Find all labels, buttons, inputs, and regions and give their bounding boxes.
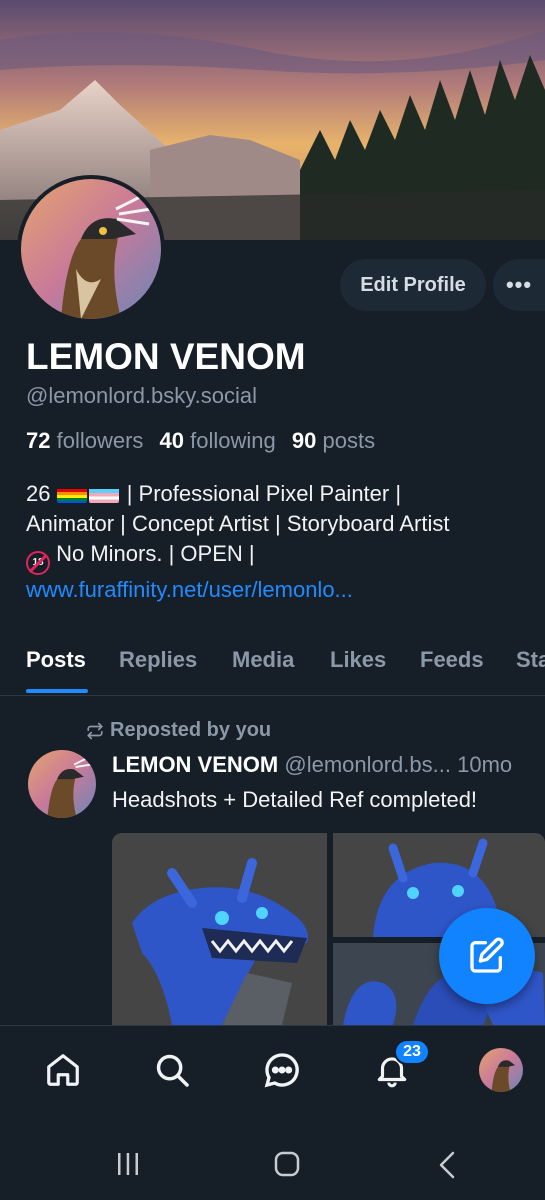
ellipsis-icon: ••• [505,272,533,297]
following-stat[interactable]: 40 following [160,428,276,453]
edit-profile-button[interactable]: Edit Profile [340,259,486,311]
bio-link[interactable]: www.furaffinity.net/user/lemonlo... [26,575,450,605]
compose-post-button[interactable] [439,908,535,1004]
followers-stat[interactable]: 72 followers [26,428,143,453]
nav-chat[interactable] [260,1048,304,1092]
display-name: LEMON VENOM [26,336,306,377]
post-text: Headshots + Detailed Ref completed! [112,787,478,812]
profile-tabs: Posts Replies Media Likes Feeds Sta [0,638,545,696]
notifications-badge: 23 [394,1039,430,1065]
no-minors-icon: 18 [26,551,50,575]
post-author-name[interactable]: LEMON VENOM [112,752,278,777]
home-icon [47,1054,79,1086]
more-options-button[interactable]: ••• [493,259,545,311]
tab-media[interactable]: Media [232,647,294,673]
post-header[interactable]: LEMON VENOM @lemonlord.bs... 10mo [112,752,512,778]
recent-apps-icon[interactable] [116,1151,140,1177]
profile-bio: 26 | Professional Pixel Painter | Animat… [26,479,450,605]
profile-handle: @lemonlord.bsky.social [26,383,258,408]
nav-profile-avatar[interactable] [479,1048,523,1092]
repost-indicator[interactable]: Reposted by you [86,719,271,742]
profile-stats: 72 followers 40 following 90 posts [26,428,375,454]
back-icon[interactable] [438,1151,456,1179]
tab-replies[interactable]: Replies [119,647,197,673]
home-button-icon[interactable] [274,1151,300,1177]
post-author-meta: @lemonlord.bs... 10mo [284,752,513,777]
rainbow-flag-icon [56,485,87,503]
nav-search[interactable] [150,1048,194,1092]
posts-stat: 90 posts [291,428,376,453]
search-icon [156,1054,189,1087]
active-tab-indicator [26,689,88,693]
bottom-navigation: 23 [0,1025,545,1115]
system-navigation-bar [0,1115,545,1200]
tab-likes[interactable]: Likes [330,647,386,673]
nav-home[interactable] [41,1048,85,1092]
post-author-avatar[interactable] [28,750,96,818]
chat-icon [264,1053,299,1088]
tab-feeds[interactable]: Feeds [420,647,484,673]
repost-icon [87,722,103,739]
tab-posts[interactable]: Posts [26,647,86,673]
profile-avatar[interactable] [17,175,165,323]
compose-icon [470,937,504,973]
trans-flag-icon [88,485,119,503]
media-image-headshot[interactable] [112,833,327,1025]
tab-starter-packs[interactable]: Sta [516,647,545,673]
